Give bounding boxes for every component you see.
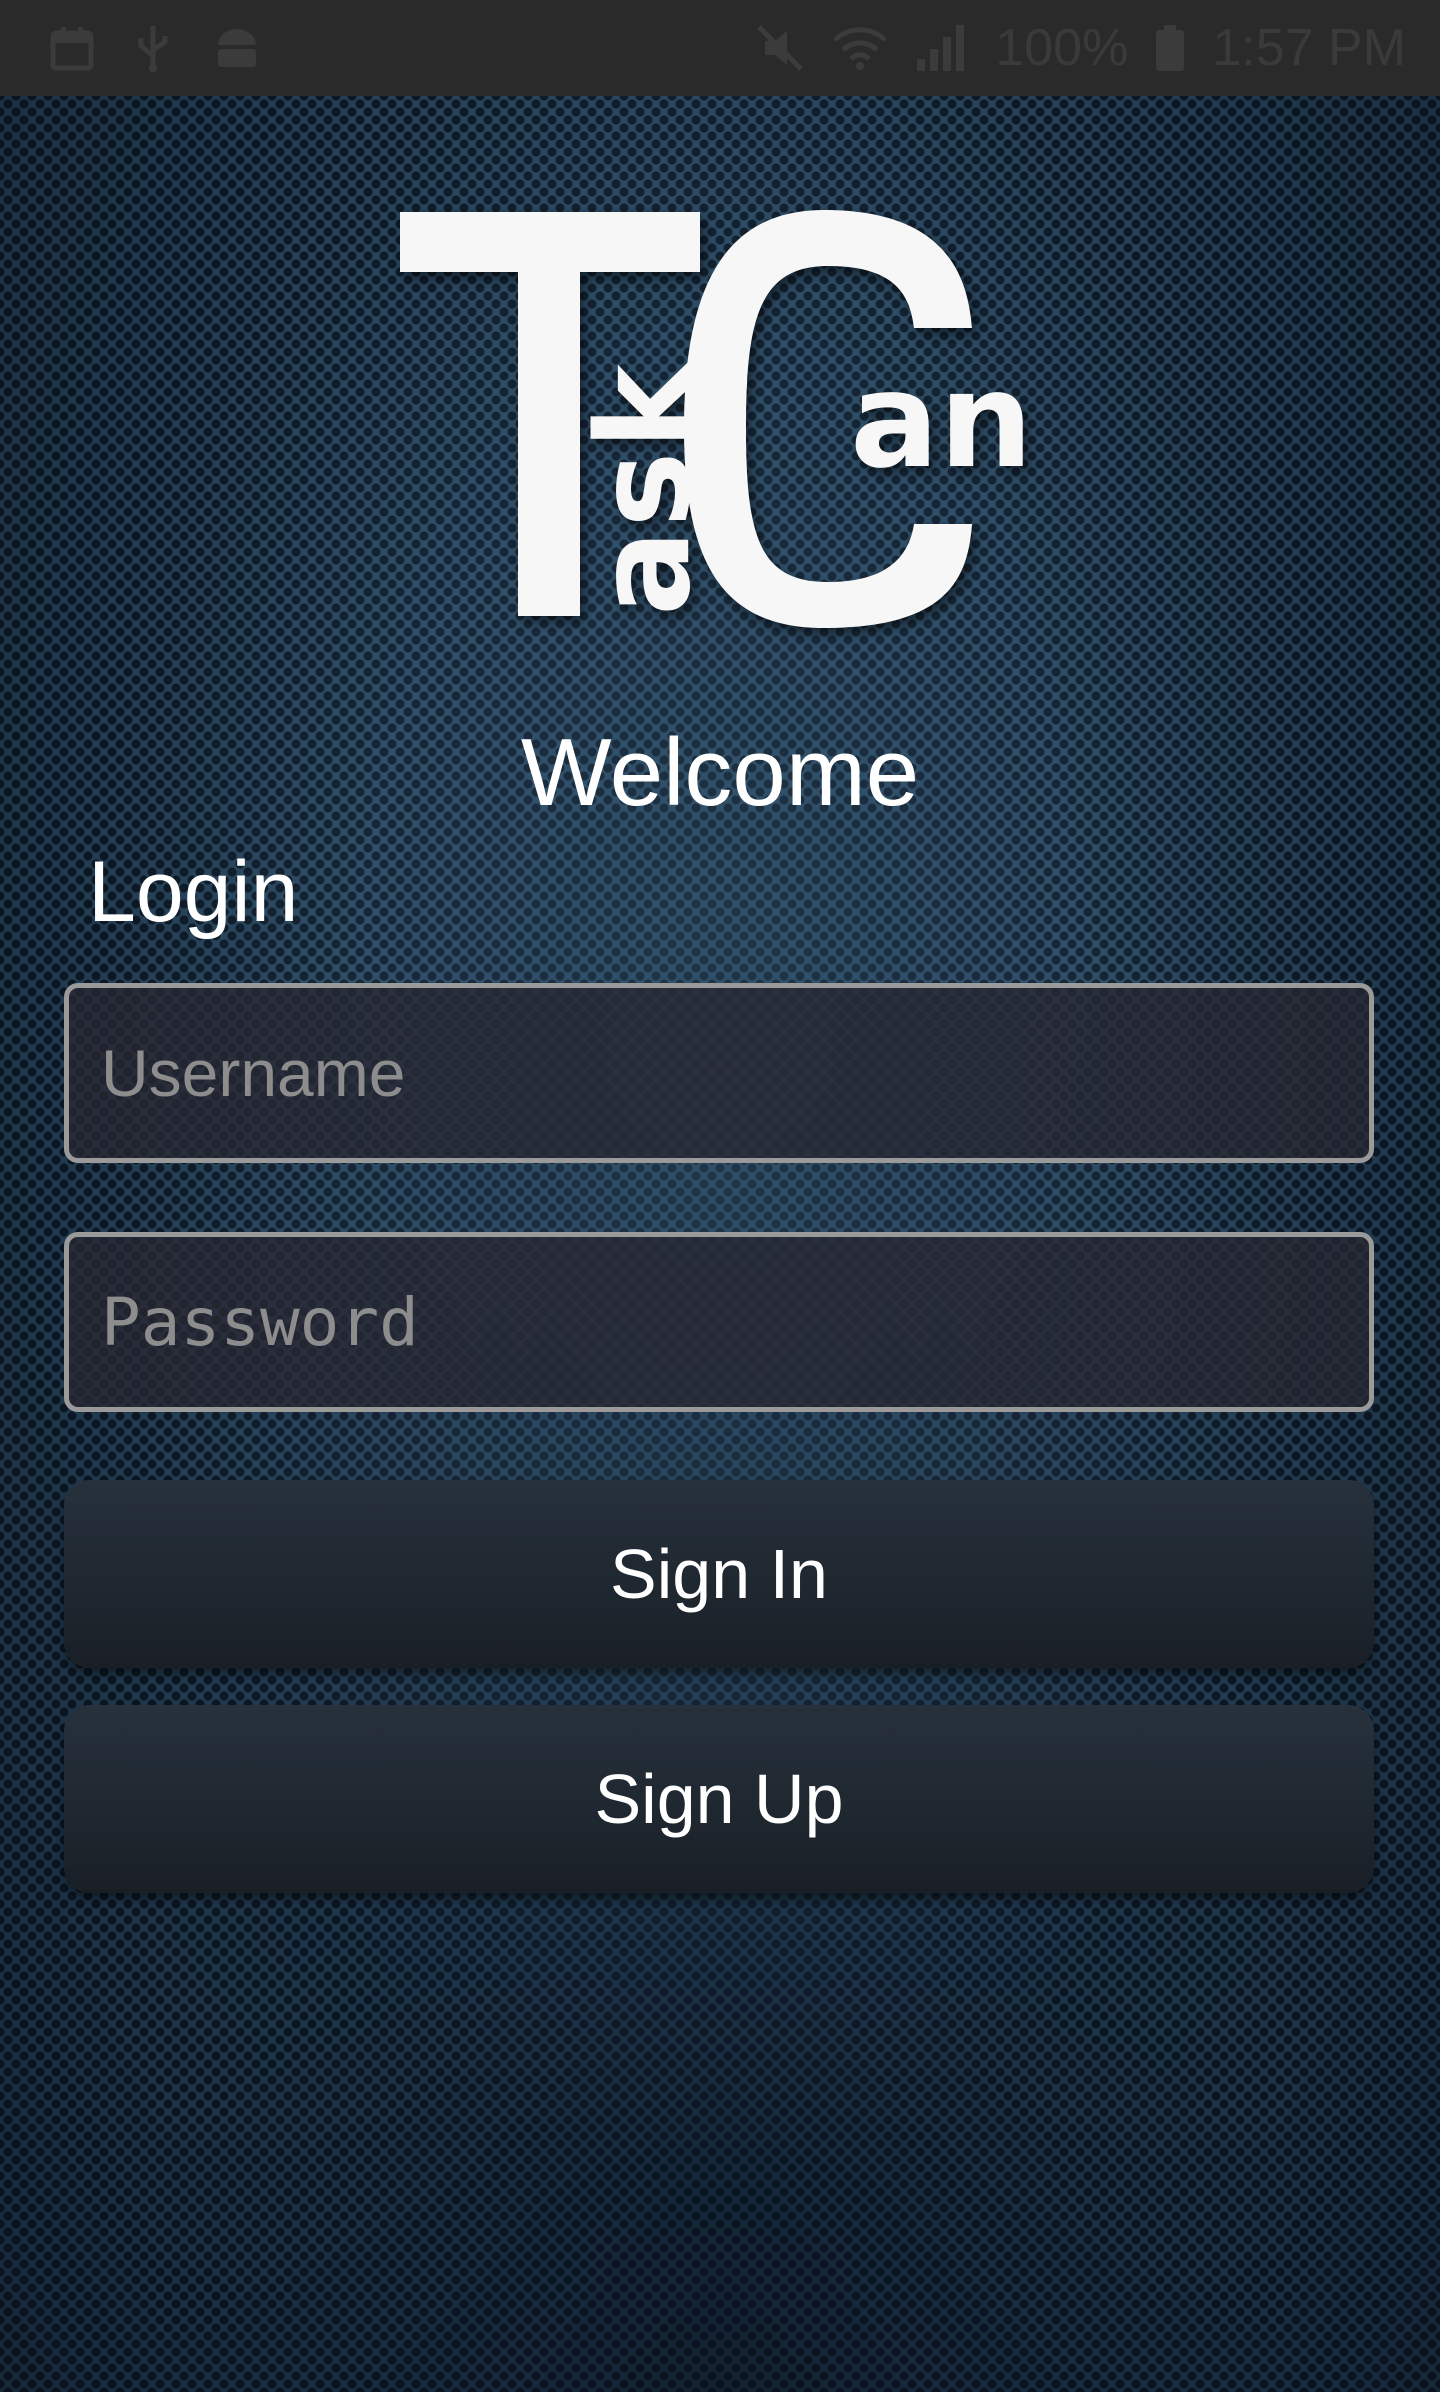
android-debug-icon — [212, 25, 262, 71]
mute-icon — [755, 23, 805, 73]
battery-icon — [1156, 25, 1185, 71]
status-bar-left — [0, 24, 262, 72]
status-bar-right: 100% 1:57 PM — [755, 18, 1440, 78]
clock-time: 1:57 PM — [1212, 19, 1406, 77]
status-bar: 100% 1:57 PM — [0, 0, 1440, 96]
welcome-heading: Welcome — [520, 719, 920, 826]
password-input[interactable] — [99, 1282, 1369, 1362]
wifi-icon — [833, 26, 888, 70]
username-input[interactable] — [99, 1034, 1369, 1112]
sign-up-button[interactable]: Sign Up — [64, 1705, 1374, 1893]
battery-percent: 100% — [995, 19, 1129, 77]
logo-side-text: an — [850, 344, 1033, 498]
login-screen: 100% 1:57 PM ask an Welcome Login Userna… — [0, 0, 1440, 2392]
login-label: Login — [88, 844, 299, 940]
sign-in-button[interactable]: Sign In — [64, 1480, 1374, 1668]
taskcan-logo: ask an — [400, 210, 1033, 628]
signal-icon — [915, 25, 967, 71]
calendar-icon — [50, 25, 94, 71]
usb-icon — [136, 24, 170, 72]
username-field[interactable] — [64, 983, 1374, 1163]
password-field[interactable] — [64, 1232, 1374, 1412]
